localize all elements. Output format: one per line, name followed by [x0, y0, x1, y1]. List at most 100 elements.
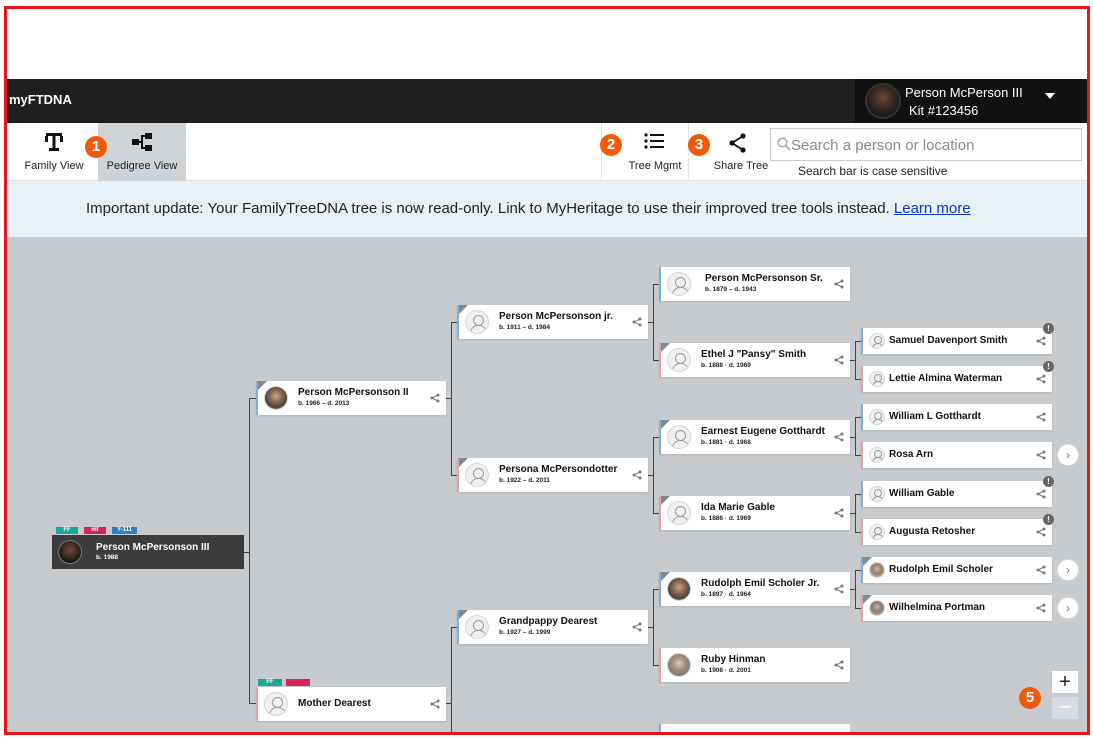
- share-icon[interactable]: [834, 432, 844, 442]
- connector-line: [653, 284, 654, 361]
- person-dates: b. 1881 · d. 1968: [701, 439, 751, 446]
- share-icon[interactable]: [834, 660, 844, 670]
- person-card[interactable]: Rosa Arn: [861, 442, 1052, 468]
- person-name: Rosa Arn: [889, 449, 934, 460]
- person-dates: b. 1966 – d. 2013: [298, 400, 350, 407]
- family-view-button[interactable]: Family View: [21, 123, 87, 181]
- user-name: Person McPerson III: [905, 85, 1023, 100]
- person-name: Rudolph Emil Scholer Jr.: [701, 578, 820, 589]
- share-icon[interactable]: [834, 584, 844, 594]
- share-icon[interactable]: [1036, 412, 1046, 422]
- person-dates: b. 1911 – d. 1984: [499, 324, 550, 331]
- person-card[interactable]: William L Gotthardt: [861, 404, 1052, 430]
- chevron-down-icon[interactable]: [1045, 93, 1055, 99]
- person-name: Mother Dearest: [298, 698, 371, 709]
- mt-tag: [286, 679, 310, 686]
- person-name: William L Gotthardt: [889, 411, 981, 422]
- avatar: [869, 562, 885, 578]
- zoom-out-button[interactable]: –: [1052, 696, 1078, 719]
- share-icon[interactable]: [1036, 450, 1046, 460]
- person-card[interactable]: Mother Dearest: [256, 687, 446, 721]
- person-card[interactable]: Wilhelmina Portman: [861, 595, 1052, 621]
- share-tree-label: Share Tree: [713, 160, 769, 172]
- avatar: [865, 83, 901, 119]
- person-card[interactable]: Person McPersonson II b. 1966 – d. 2013: [256, 381, 446, 415]
- family-view-label: Family View: [24, 160, 84, 172]
- avatar: [869, 447, 885, 463]
- person-card[interactable]: Person McPersonson jr. b. 1911 – d. 1984: [457, 305, 648, 339]
- person-name: Person McPersonson jr.: [499, 311, 613, 322]
- person-card[interactable]: William Gable: [861, 481, 1052, 507]
- pedigree-view-button[interactable]: Pedigree View: [98, 123, 186, 181]
- user-menu[interactable]: Person McPerson III Kit #123456: [855, 79, 1087, 123]
- avatar: [667, 348, 691, 372]
- person-card[interactable]: Rudolph Emil Scholer Jr. b. 1897 · d. 19…: [659, 572, 850, 606]
- connector-line: [653, 589, 654, 666]
- share-icon[interactable]: [430, 699, 440, 709]
- search-input[interactable]: [791, 133, 1076, 157]
- share-icon[interactable]: [1036, 565, 1046, 575]
- share-icon[interactable]: [1036, 489, 1046, 499]
- share-icon[interactable]: [1036, 603, 1046, 613]
- share-icon[interactable]: [632, 470, 642, 480]
- person-name: Person McPersonson Sr.: [705, 273, 823, 284]
- avatar: [465, 463, 489, 487]
- avatar: [869, 600, 885, 616]
- avatar: [465, 615, 489, 639]
- corner-marker: [661, 496, 670, 505]
- person-card[interactable]: Ida Marie Gable b. 1886 · d. 1969: [659, 496, 850, 530]
- zoom-in-button[interactable]: +: [1052, 671, 1078, 693]
- person-card[interactable]: Samuel Davenport Smith: [861, 328, 1052, 354]
- person-card[interactable]: Person McPersonson Sr. b. 1879 – d. 1943: [659, 267, 850, 301]
- share-icon[interactable]: [1036, 527, 1046, 537]
- brand-logo[interactable]: myFTDNA: [9, 92, 72, 107]
- avatar: [667, 272, 691, 296]
- share-icon[interactable]: [834, 508, 844, 518]
- expand-ancestors-button[interactable]: ›: [1057, 559, 1079, 581]
- person-name: Augusta Retosher: [889, 526, 976, 537]
- learn-more-link[interactable]: Learn more: [894, 200, 971, 217]
- person-card[interactable]: Ethel J "Pansy" Smith b. 1888 · d. 1969: [659, 343, 850, 377]
- connector-line: [451, 322, 452, 476]
- person-card[interactable]: Earnest Eugene Gotthardt b. 1881 · d. 19…: [659, 420, 850, 454]
- person-dates: b. 1886 · d. 1969: [701, 515, 751, 522]
- person-card[interactable]: Rudolph Emil Scholer: [861, 557, 1052, 583]
- ff-tag: FF: [56, 527, 78, 534]
- person-name: Lettie Almina Waterman: [889, 373, 1003, 384]
- avatar: [667, 425, 691, 449]
- person-card[interactable]: Grandpappy Dearest b. 1927 – d. 1999: [457, 610, 648, 644]
- info-icon[interactable]: !: [1043, 323, 1054, 334]
- expand-ancestors-button[interactable]: ›: [1057, 444, 1079, 466]
- person-card[interactable]: [659, 724, 850, 732]
- share-icon[interactable]: [632, 622, 642, 632]
- info-icon[interactable]: !: [1043, 514, 1054, 525]
- share-icon[interactable]: [834, 355, 844, 365]
- person-card[interactable]: Ruby Hinman b. 1908 · d. 2001: [659, 648, 850, 682]
- corner-marker: [459, 610, 468, 619]
- pedigree-canvas[interactable]: FF mt Y-111 Person McPersonson III b. 19…: [7, 237, 1087, 732]
- avatar: [264, 386, 288, 410]
- share-icon[interactable]: [1036, 336, 1046, 346]
- info-icon[interactable]: !: [1043, 361, 1054, 372]
- connector-line: [249, 398, 250, 704]
- info-icon[interactable]: !: [1043, 476, 1054, 487]
- annotation-badge-1: 1: [85, 136, 107, 158]
- corner-marker: [661, 572, 670, 581]
- share-icon[interactable]: [430, 393, 440, 403]
- person-card-root[interactable]: Person McPersonson III b. 1988: [52, 535, 244, 569]
- share-icon[interactable]: [632, 317, 642, 327]
- connector-line: [855, 341, 856, 380]
- tree-mgmt-label: Tree Mgmt: [628, 160, 682, 172]
- annotation-badge-3: 3: [688, 134, 710, 156]
- person-dates: b. 1922 – d. 2011: [499, 477, 550, 484]
- search-box: [770, 128, 1082, 161]
- share-icon[interactable]: [1036, 374, 1046, 384]
- person-card[interactable]: Persona McPersondotter b. 1922 – d. 2011: [457, 458, 648, 492]
- share-icon[interactable]: [834, 279, 844, 289]
- expand-ancestors-button[interactable]: ›: [1057, 597, 1079, 619]
- connector-line: [855, 570, 856, 609]
- pedigree-icon: [132, 133, 152, 151]
- person-card[interactable]: Lettie Almina Waterman: [861, 366, 1052, 392]
- search-hint: Search bar is case sensitive: [798, 164, 948, 178]
- person-card[interactable]: Augusta Retosher: [861, 519, 1052, 545]
